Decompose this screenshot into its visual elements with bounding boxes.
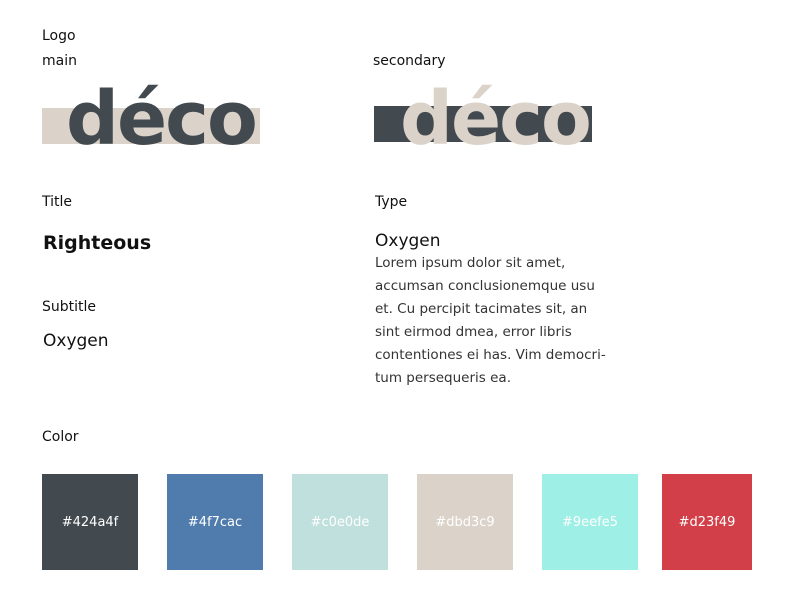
- logo-main-label: main: [42, 53, 77, 69]
- color-swatch: #424a4f: [42, 474, 138, 570]
- subtitle-font-sample: Oxygen: [43, 331, 109, 351]
- logo-secondary: déco: [374, 76, 592, 162]
- swatch-hex-label: #9eefe5: [561, 514, 618, 530]
- swatch-hex-label: #4f7cac: [187, 514, 243, 530]
- color-swatch: #dbd3c9: [417, 474, 513, 570]
- body-line: sint eirmod dmea, error libris: [375, 324, 572, 340]
- logo-main-word: déco: [66, 76, 258, 162]
- body-line: tum persequeris ea.: [375, 370, 511, 386]
- swatch-hex-label: #dbd3c9: [435, 514, 495, 530]
- logo-secondary-word: déco: [400, 76, 592, 162]
- swatch-hex-label: #c0e0de: [310, 514, 370, 530]
- body-line: contentiones ei has. Vim democri-: [375, 347, 606, 363]
- color-swatch: #4f7cac: [167, 474, 263, 570]
- section-label-logo: Logo: [42, 28, 76, 44]
- logo-secondary-label: secondary: [373, 53, 446, 69]
- section-label-type: Type: [375, 194, 408, 210]
- body-line: accumsan conclusionemque usu: [375, 278, 595, 294]
- swatch-hex-label: #d23f49: [678, 514, 736, 530]
- logo-main: déco: [42, 76, 260, 162]
- color-swatch: #c0e0de: [292, 474, 388, 570]
- title-font-sample: Righteous: [43, 232, 152, 254]
- body-line: Lorem ipsum dolor sit amet,: [375, 255, 566, 271]
- swatch-hex-label: #424a4f: [61, 514, 119, 530]
- color-swatch: #9eefe5: [542, 474, 638, 570]
- type-body-sample: Lorem ipsum dolor sit amet, accumsan con…: [375, 252, 606, 390]
- body-line: et. Cu percipit tacimates sit, an: [375, 301, 588, 317]
- section-label-title: Title: [42, 194, 73, 210]
- color-swatch: #d23f49: [662, 474, 752, 570]
- section-label-subtitle: Subtitle: [42, 299, 97, 315]
- type-font-name: Oxygen: [375, 231, 441, 251]
- section-label-color: Color: [42, 429, 79, 445]
